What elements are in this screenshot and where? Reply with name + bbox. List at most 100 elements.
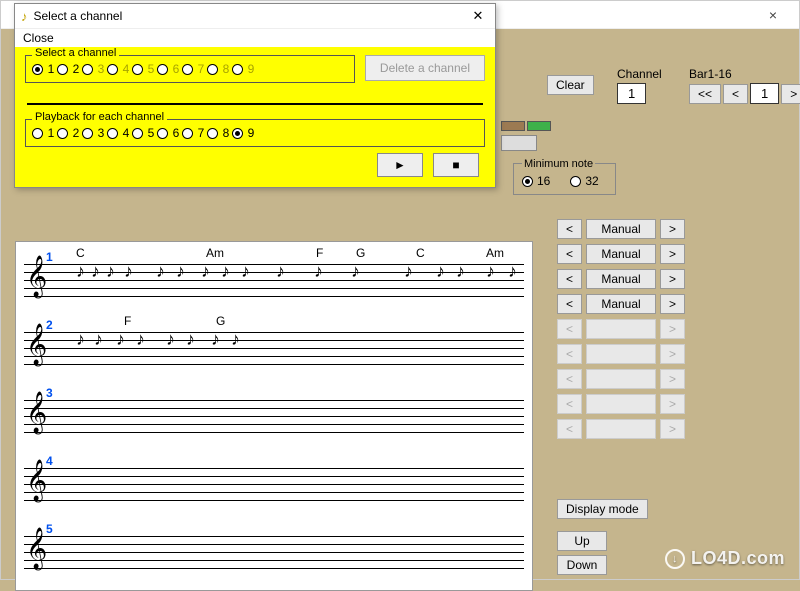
manual-button[interactable]: Manual bbox=[586, 244, 656, 264]
channel-radio[interactable]: 2 bbox=[57, 126, 82, 140]
manual-prev-button: < bbox=[557, 319, 582, 339]
manual-button bbox=[586, 369, 656, 389]
note-icon: ♪ bbox=[21, 9, 28, 24]
color-swatch[interactable] bbox=[501, 121, 525, 131]
channel-radio[interactable]: 8 bbox=[207, 62, 232, 76]
manual-row: <> bbox=[557, 344, 685, 364]
manual-prev-button[interactable]: < bbox=[557, 269, 582, 289]
staff-row: 𝄞4 bbox=[16, 446, 532, 514]
manual-row: <Manual> bbox=[557, 244, 685, 264]
channel-radio[interactable]: 6 bbox=[157, 62, 182, 76]
min-note-option[interactable]: 32 bbox=[570, 174, 598, 188]
manual-row: <Manual> bbox=[557, 269, 685, 289]
staff-row-number: 5 bbox=[46, 522, 53, 536]
manual-prev-button[interactable]: < bbox=[557, 219, 582, 239]
manual-prev-button: < bbox=[557, 369, 582, 389]
up-button[interactable]: Up bbox=[557, 531, 607, 551]
channel-radio[interactable]: 5 bbox=[132, 126, 157, 140]
channel-radio[interactable]: 6 bbox=[157, 126, 182, 140]
channel-radio[interactable]: 9 bbox=[232, 62, 257, 76]
download-icon: ↓ bbox=[665, 549, 685, 569]
manual-prev-button[interactable]: < bbox=[557, 294, 582, 314]
treble-clef-icon: 𝄞 bbox=[26, 462, 47, 498]
radio-dot bbox=[207, 128, 218, 139]
dialog-close-button[interactable]: ✕ bbox=[467, 8, 489, 24]
chord-label: F bbox=[316, 246, 323, 260]
bar-next-button[interactable]: > bbox=[781, 84, 800, 104]
channel-radio[interactable]: 3 bbox=[82, 126, 107, 140]
main-window-close[interactable]: × bbox=[753, 7, 793, 23]
staff-area[interactable]: 𝄞1CAmFGCAm♪♪♪♪♪♪♪♪♪♪♪♪♪♪♪♪♪𝄞2FG♪♪♪♪♪♪♪♪𝄞… bbox=[15, 241, 533, 591]
radio-dot bbox=[132, 128, 143, 139]
display-mode-button[interactable]: Display mode bbox=[557, 499, 648, 519]
radio-dot bbox=[132, 64, 143, 75]
bar-prev-button[interactable]: < bbox=[723, 84, 748, 104]
channel-radio[interactable]: 3 bbox=[82, 62, 107, 76]
channel-radio[interactable]: 1 bbox=[32, 126, 57, 140]
note-icon: ♪ bbox=[156, 262, 165, 280]
down-button[interactable]: Down bbox=[557, 555, 607, 575]
minimum-note-group: Minimum note 1632 bbox=[513, 163, 616, 195]
play-button[interactable]: ► bbox=[377, 153, 423, 177]
treble-clef-icon: 𝄞 bbox=[26, 258, 47, 294]
radio-dot bbox=[522, 176, 533, 187]
select-channel-legend: Select a channel bbox=[32, 47, 119, 59]
manual-next-button[interactable]: > bbox=[660, 294, 685, 314]
note-icon: ♪ bbox=[211, 330, 220, 348]
channel-radio[interactable]: 5 bbox=[132, 62, 157, 76]
channel-radio[interactable]: 4 bbox=[107, 126, 132, 140]
channel-radio[interactable]: 7 bbox=[182, 126, 207, 140]
dialog-close-menu[interactable]: Close bbox=[15, 29, 495, 47]
manual-button[interactable]: Manual bbox=[586, 269, 656, 289]
bar-first-button[interactable]: << bbox=[689, 84, 721, 104]
dialog-title: Select a channel bbox=[34, 9, 468, 23]
select-channel-dialog: ♪ Select a channel ✕ Close Select a chan… bbox=[14, 3, 496, 188]
channel-radio[interactable]: 9 bbox=[232, 126, 257, 140]
stop-button[interactable]: ■ bbox=[433, 153, 479, 177]
chord-label: C bbox=[416, 246, 425, 260]
radio-dot bbox=[32, 64, 43, 75]
staff-row-number: 1 bbox=[46, 250, 53, 264]
radio-dot bbox=[57, 128, 68, 139]
note-icon: ♪ bbox=[106, 262, 115, 280]
clear-button[interactable]: Clear bbox=[547, 75, 594, 95]
min-note-option[interactable]: 16 bbox=[522, 174, 550, 188]
channel-radio[interactable]: 1 bbox=[32, 62, 57, 76]
manual-row: <Manual> bbox=[557, 294, 685, 314]
separator bbox=[27, 103, 483, 105]
radio-dot bbox=[157, 128, 168, 139]
color-swatch[interactable] bbox=[527, 121, 551, 131]
manual-next-button[interactable]: > bbox=[660, 244, 685, 264]
note-icon: ♪ bbox=[508, 262, 517, 280]
manual-next-button[interactable]: > bbox=[660, 219, 685, 239]
manual-next-button: > bbox=[660, 419, 685, 439]
staff-row: 𝄞5 bbox=[16, 514, 532, 582]
chord-label: C bbox=[76, 246, 85, 260]
note-icon: ♪ bbox=[436, 262, 445, 280]
manual-next-button: > bbox=[660, 394, 685, 414]
manual-next-button[interactable]: > bbox=[660, 269, 685, 289]
manual-button[interactable]: Manual bbox=[586, 294, 656, 314]
manual-row: <> bbox=[557, 394, 685, 414]
note-icon: ♪ bbox=[94, 330, 103, 348]
channel-value[interactable]: 1 bbox=[617, 83, 646, 104]
note-icon: ♪ bbox=[314, 262, 323, 280]
manual-row: <> bbox=[557, 419, 685, 439]
channel-radio[interactable]: 2 bbox=[57, 62, 82, 76]
note-icon: ♪ bbox=[351, 262, 360, 280]
treble-clef-icon: 𝄞 bbox=[26, 326, 47, 362]
chord-label: G bbox=[356, 246, 365, 260]
chord-label: F bbox=[124, 314, 131, 328]
channel-radio[interactable]: 8 bbox=[207, 126, 232, 140]
channel-radio[interactable]: 7 bbox=[182, 62, 207, 76]
manual-row: <Manual> bbox=[557, 219, 685, 239]
manual-prev-button: < bbox=[557, 394, 582, 414]
manual-button[interactable]: Manual bbox=[586, 219, 656, 239]
delete-channel-button[interactable]: Delete a channel bbox=[365, 55, 485, 81]
bar-value[interactable]: 1 bbox=[750, 83, 779, 104]
radio-dot bbox=[570, 176, 581, 187]
manual-prev-button[interactable]: < bbox=[557, 244, 582, 264]
channel-radio[interactable]: 4 bbox=[107, 62, 132, 76]
greybox-indicator bbox=[501, 135, 537, 151]
note-icon: ♪ bbox=[486, 262, 495, 280]
